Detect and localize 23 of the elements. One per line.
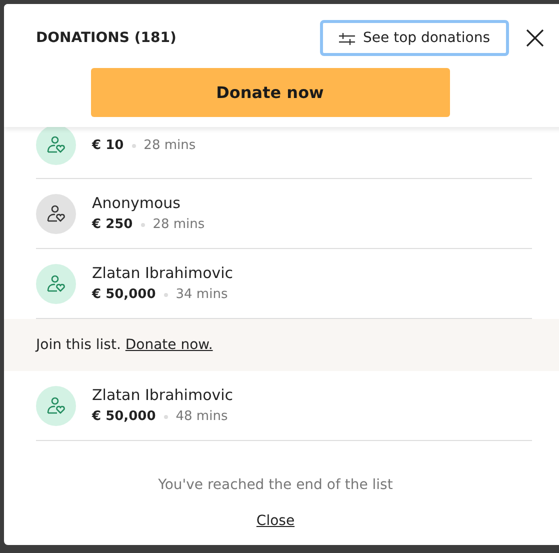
sliders-icon — [339, 31, 356, 45]
donor-heart-icon — [46, 135, 66, 155]
donor-name: Anonymous — [92, 193, 182, 213]
dialog-title: DONATIONS (181) — [36, 30, 178, 46]
end-of-list-message: You've reached the end of the list — [157, 477, 394, 493]
donation-time: 28 mins — [144, 137, 196, 155]
join-list-text: Join this list. Donate now. — [4, 319, 559, 371]
donor-heart-icon — [46, 274, 66, 294]
top-donations-button[interactable]: See top donations — [320, 20, 509, 56]
donate-now-button[interactable]: Donate now — [90, 68, 450, 117]
donation-amount: € 250 — [92, 216, 133, 234]
donation-amount: € 50,000 — [92, 408, 156, 426]
donor-heart-icon — [46, 396, 66, 416]
donor-name: Zlatan Ibrahimovic — [92, 385, 234, 405]
donation-amount: € 50,000 — [92, 286, 156, 304]
donor-name: Zlatan Ibrahimovic — [92, 263, 234, 283]
close-link[interactable]: Close — [256, 513, 295, 529]
donation-amount: € 10 — [92, 137, 124, 155]
donate-now-link[interactable]: Donate now. — [125, 337, 213, 353]
donation-time: 28 mins — [152, 216, 205, 234]
donor-heart-icon — [46, 204, 66, 224]
donation-time: 48 mins — [176, 408, 228, 426]
donation-time: 34 mins — [176, 286, 228, 304]
